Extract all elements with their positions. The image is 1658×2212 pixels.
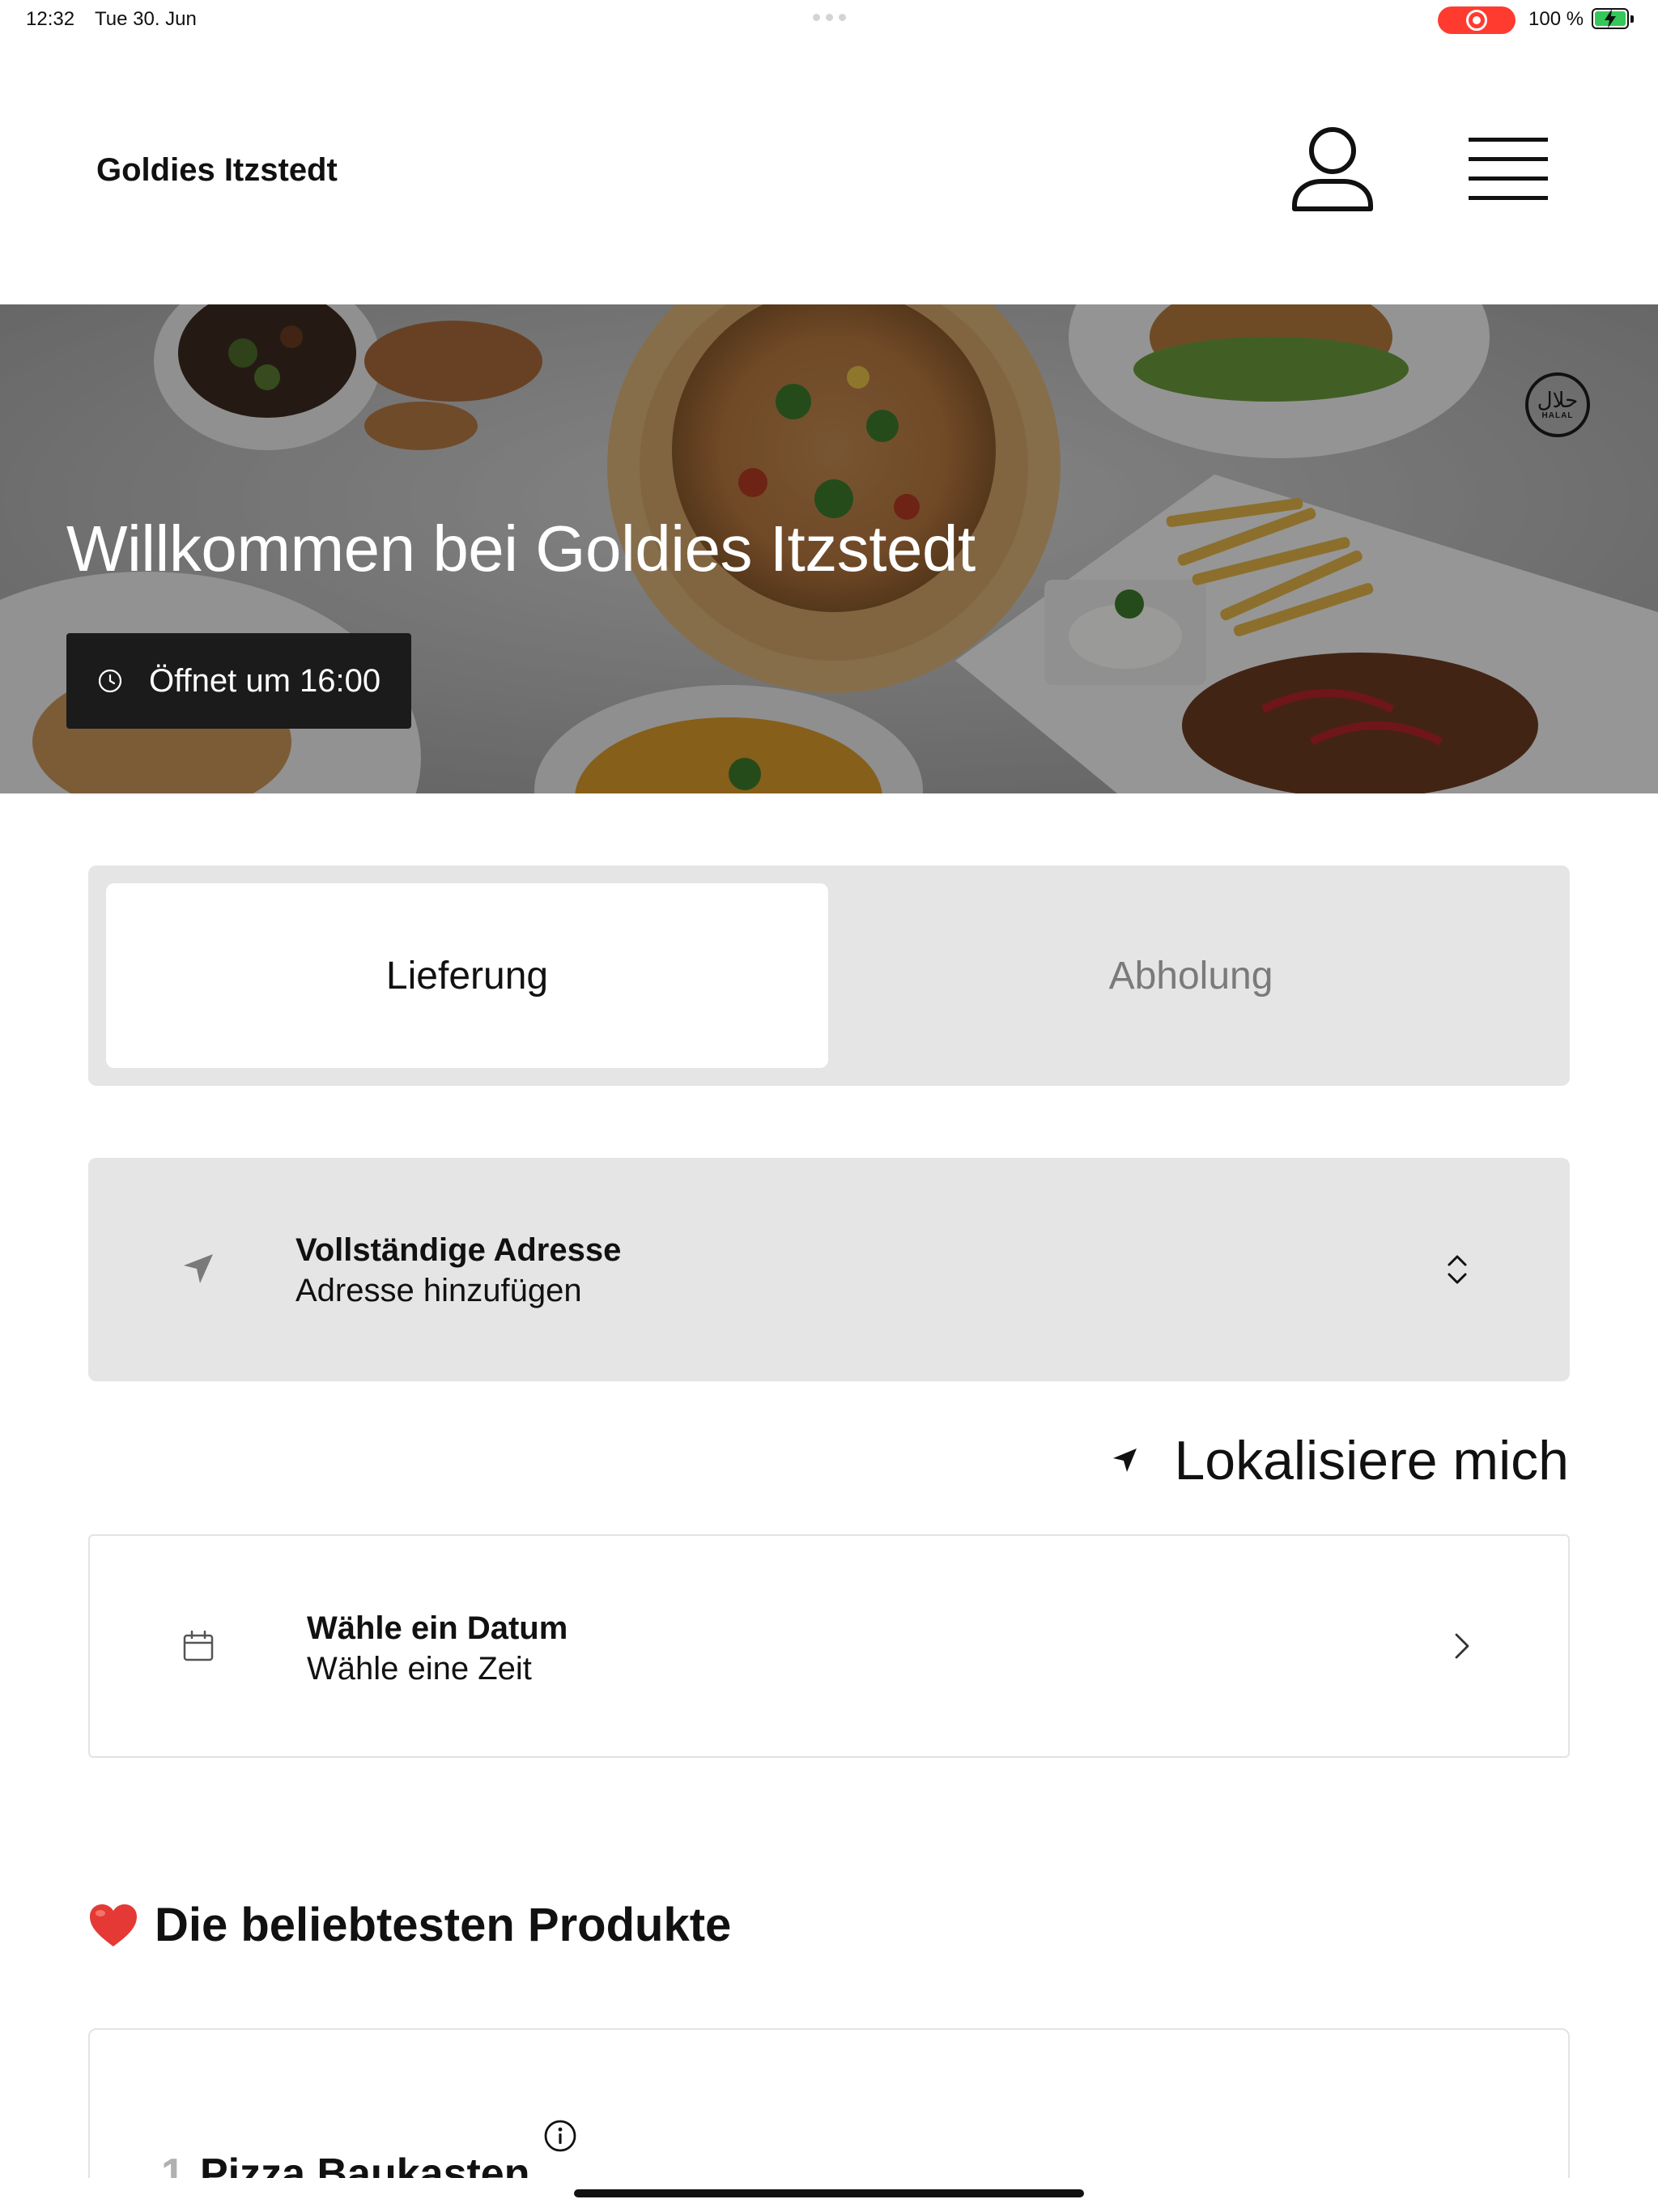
status-date: Tue 30. Jun <box>95 8 197 30</box>
hero-banner: حلال HALAL Willkommen bei Goldies Itzste… <box>0 304 1658 793</box>
screen-recording-icon[interactable] <box>1438 6 1516 34</box>
schedule-subtitle: Wähle eine Zeit <box>307 1651 532 1687</box>
schedule-selector[interactable]: Wähle ein Datum Wähle eine Zeit <box>88 1534 1570 1758</box>
popular-products-title: Die beliebtesten Produkte <box>155 1899 732 1951</box>
schedule-title: Wähle ein Datum <box>307 1610 568 1646</box>
chevron-right-icon <box>1455 1633 1469 1659</box>
hero-title: Willkommen bei Goldies Itzstedt <box>66 513 976 585</box>
halal-badge-icon: حلال HALAL <box>1525 372 1590 437</box>
home-indicator[interactable] <box>574 2189 1084 2197</box>
opening-time-badge: Öffnet um 16:00 <box>66 633 411 729</box>
tab-delivery[interactable]: Lieferung <box>106 883 828 1068</box>
site-header: Goldies Itzstedt <box>0 81 1658 223</box>
status-bar: 12:32 Tue 30. Jun 100 % <box>0 0 1658 39</box>
status-time: 12:32 <box>26 8 75 30</box>
address-selector[interactable]: Vollständige Adresse Adresse hinzufügen <box>88 1158 1570 1381</box>
calendar-icon <box>183 1630 214 1661</box>
clock-icon <box>98 669 122 693</box>
multitasking-dots-icon[interactable] <box>813 14 846 21</box>
heart-icon <box>90 1904 137 1946</box>
popular-products-heading: Die beliebtesten Produkte <box>88 1898 731 1952</box>
info-icon[interactable] <box>543 2119 577 2153</box>
battery-percentage: 100 % <box>1528 8 1584 30</box>
order-mode-switch: Lieferung Abholung <box>88 866 1570 1086</box>
battery-charging-icon <box>1592 8 1634 29</box>
address-subtitle: Adresse hinzufügen <box>295 1273 582 1308</box>
tab-pickup[interactable]: Abholung <box>830 883 1552 1068</box>
brand-title[interactable]: Goldies Itzstedt <box>96 152 338 189</box>
location-arrow-icon <box>184 1254 213 1283</box>
location-arrow-icon <box>1113 1448 1137 1472</box>
locate-me-label: Lokalisiere mich <box>1174 1430 1569 1491</box>
address-title: Vollständige Adresse <box>295 1232 622 1268</box>
chevron-up-down-icon <box>1448 1255 1467 1284</box>
hamburger-menu-icon[interactable] <box>1464 134 1553 204</box>
locate-me-button[interactable]: Lokalisiere mich <box>1107 1427 1569 1495</box>
opening-time-label: Öffnet um 16:00 <box>149 662 381 699</box>
person-icon[interactable] <box>1290 125 1375 214</box>
